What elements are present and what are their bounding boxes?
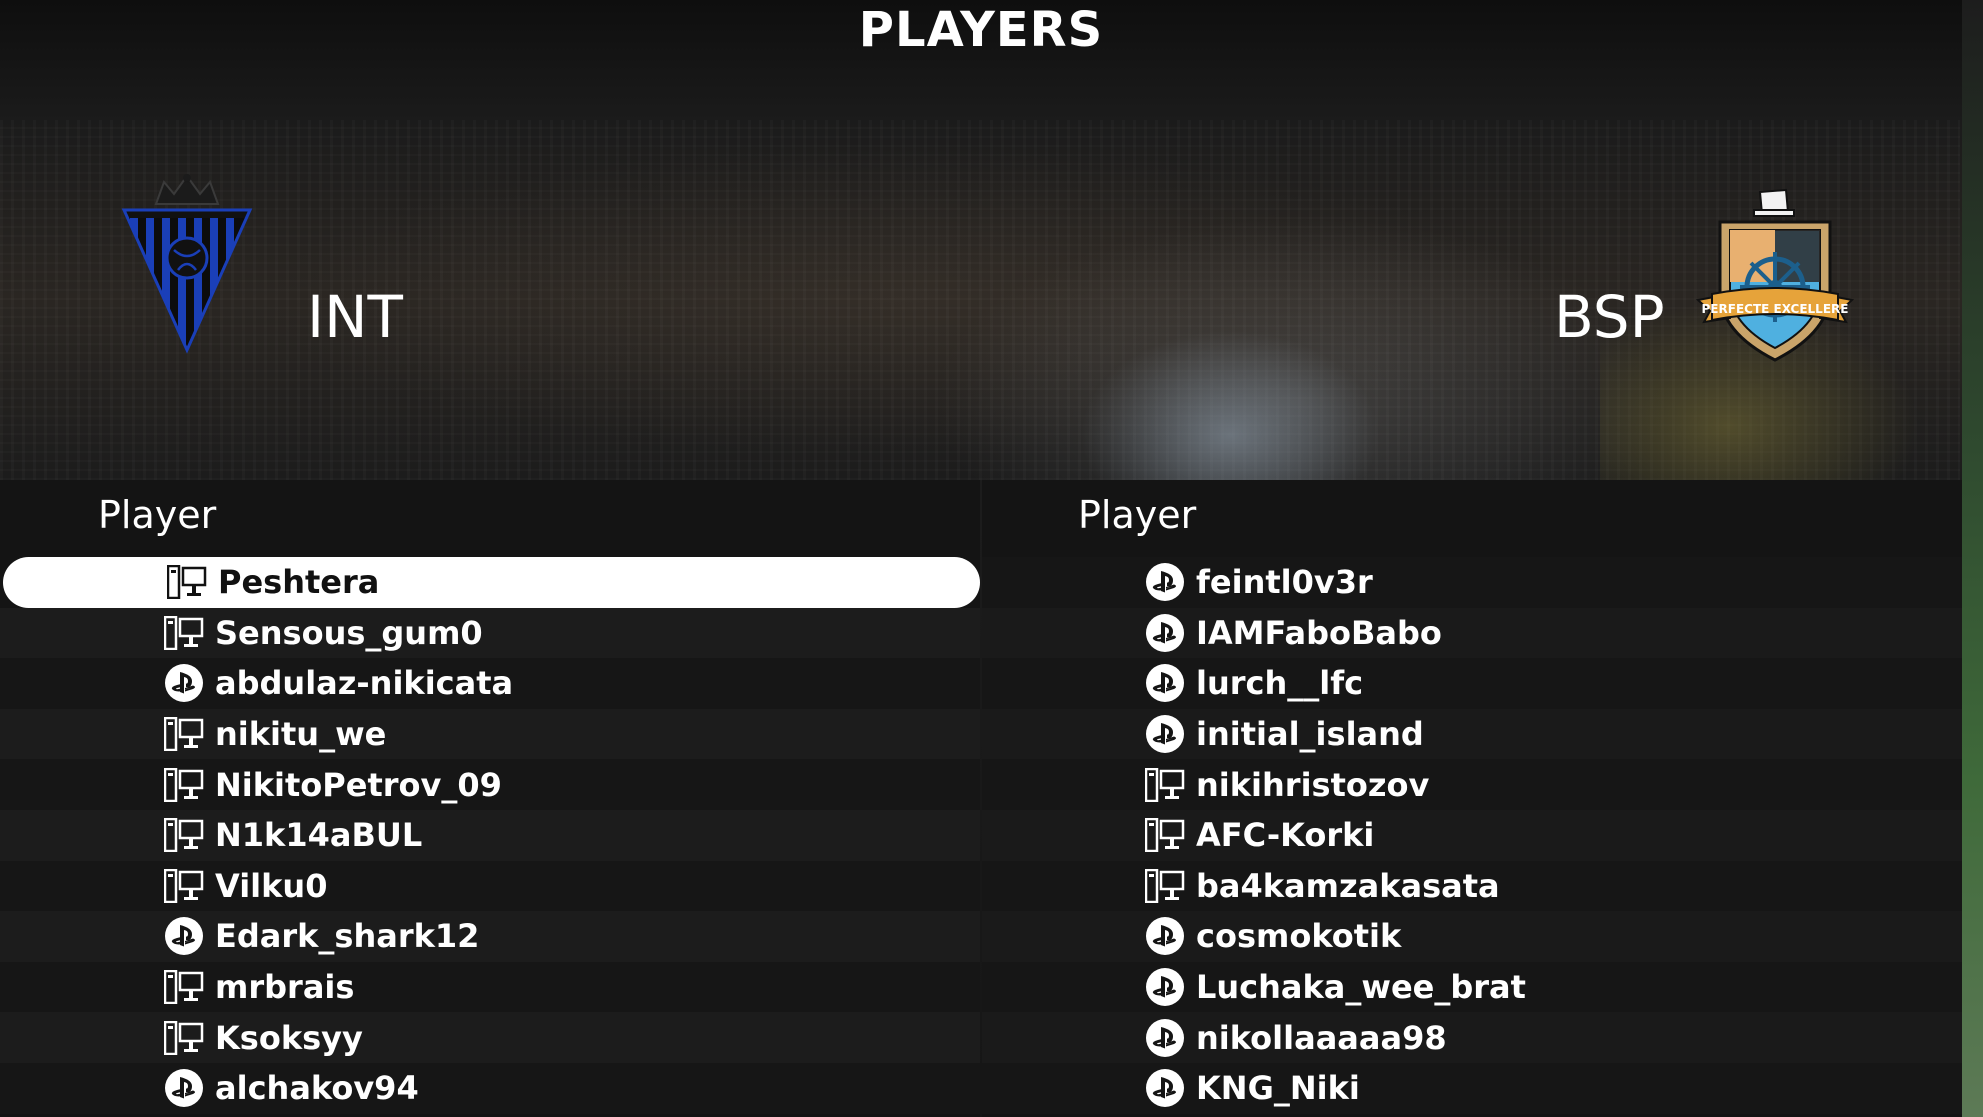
player-row[interactable]: abdulaz-nikicata <box>0 658 980 709</box>
pc-icon <box>1144 814 1186 856</box>
player-row[interactable]: AFC-Korki <box>982 809 1962 861</box>
player-row[interactable]: initial_island <box>982 708 1962 760</box>
pc-icon <box>163 612 205 654</box>
away-team-crest: PERFECTE EXCELLERE <box>1690 182 1860 367</box>
player-name: Peshtera <box>218 563 380 602</box>
playstation-icon <box>1144 662 1186 704</box>
away-team-name: BSP <box>1554 283 1665 351</box>
playstation-icon <box>1144 966 1186 1008</box>
player-row[interactable]: lurch__lfc <box>982 658 1962 709</box>
player-row[interactable]: nikollaaaaa98 <box>982 1012 1962 1063</box>
crest-motto: PERFECTE EXCELLERE <box>1702 302 1849 316</box>
player-name: cosmokotik <box>1196 917 1402 956</box>
player-row[interactable]: IAMFaboBabo <box>982 607 1962 659</box>
player-row[interactable]: nikihristozov <box>982 759 1962 810</box>
away-player-list: feintl0v3r IAMFaboBabo lurch__lfc initial_i… <box>982 557 1962 1114</box>
player-row[interactable]: NikitoPetrov_09 <box>0 759 980 810</box>
playstation-icon <box>1144 1067 1186 1109</box>
pc-icon <box>163 1017 205 1059</box>
player-name: IAMFaboBabo <box>1196 613 1442 652</box>
player-row[interactable]: Edark_shark12 <box>0 911 980 962</box>
home-team-crest <box>112 168 262 363</box>
playstation-icon <box>1144 1017 1186 1059</box>
player-name: ba4kamzakasata <box>1196 866 1500 905</box>
player-name: initial_island <box>1196 715 1424 754</box>
pc-icon <box>163 966 205 1008</box>
playstation-icon <box>1144 915 1186 957</box>
player-name: N1k14aBUL <box>215 816 423 855</box>
player-row[interactable]: alchakov94 <box>0 1062 980 1114</box>
home-player-list: Peshtera Sensous_gum0 abdulaz-nikicata niki… <box>0 557 980 1114</box>
player-name: mrbrais <box>215 968 355 1007</box>
player-row[interactable]: KNG_Niki <box>982 1062 1962 1114</box>
playstation-icon <box>1144 612 1186 654</box>
pc-icon <box>163 865 205 907</box>
player-name: KNG_Niki <box>1196 1069 1360 1108</box>
player-name: abdulaz-nikicata <box>215 664 514 703</box>
player-name: nikitu_we <box>215 715 387 754</box>
player-name: AFC-Korki <box>1196 816 1375 855</box>
playstation-icon <box>163 915 205 957</box>
player-row[interactable]: ba4kamzakasata <box>982 860 1962 912</box>
player-name: NikitoPetrov_09 <box>215 765 502 804</box>
pc-icon <box>1144 865 1186 907</box>
player-row[interactable]: N1k14aBUL <box>0 809 980 861</box>
player-name: Ksoksyy <box>215 1018 363 1057</box>
pc-icon <box>1144 764 1186 806</box>
pc-icon <box>163 764 205 806</box>
playstation-icon <box>163 1067 205 1109</box>
player-name: Luchaka_wee_brat <box>1196 968 1526 1007</box>
player-name: feintl0v3r <box>1196 563 1373 602</box>
player-name: nikihristozov <box>1196 765 1430 804</box>
away-column-header: Player <box>1078 493 1197 537</box>
player-name: nikollaaaaa98 <box>1196 1018 1447 1057</box>
player-row[interactable]: Sensous_gum0 <box>0 607 980 659</box>
player-name: Edark_shark12 <box>215 917 480 956</box>
player-name: Vilku0 <box>215 866 328 905</box>
player-row[interactable]: nikitu_we <box>0 708 980 760</box>
player-row[interactable]: Luchaka_wee_brat <box>982 961 1962 1013</box>
pc-icon <box>166 561 208 603</box>
playstation-icon <box>1144 713 1186 755</box>
player-row[interactable]: Ksoksyy <box>0 1012 980 1063</box>
page-title: PLAYERS <box>858 2 1104 58</box>
pc-icon <box>163 814 205 856</box>
playstation-icon <box>163 662 205 704</box>
pitch-edge <box>1962 0 1983 1117</box>
player-row[interactable]: cosmokotik <box>982 911 1962 962</box>
player-row[interactable]: mrbrais <box>0 961 980 1013</box>
player-row[interactable]: Vilku0 <box>0 860 980 912</box>
home-column-header: Player <box>98 493 217 537</box>
player-row[interactable]: feintl0v3r <box>982 557 1962 608</box>
playstation-icon <box>1144 561 1186 603</box>
home-players-panel: Player Peshtera Sensous_gum0 abdulaz-nikic… <box>0 480 980 1117</box>
player-name: lurch__lfc <box>1196 664 1364 703</box>
home-team-name: INT <box>307 283 403 351</box>
player-row-selected[interactable]: Peshtera <box>3 557 980 608</box>
player-figure <box>1080 330 1380 480</box>
away-players-panel: Player feintl0v3r IAMFaboBabo lurch__lfcin… <box>982 480 1962 1117</box>
player-name: Sensous_gum0 <box>215 613 483 652</box>
pc-icon <box>163 713 205 755</box>
player-name: alchakov94 <box>215 1069 419 1108</box>
